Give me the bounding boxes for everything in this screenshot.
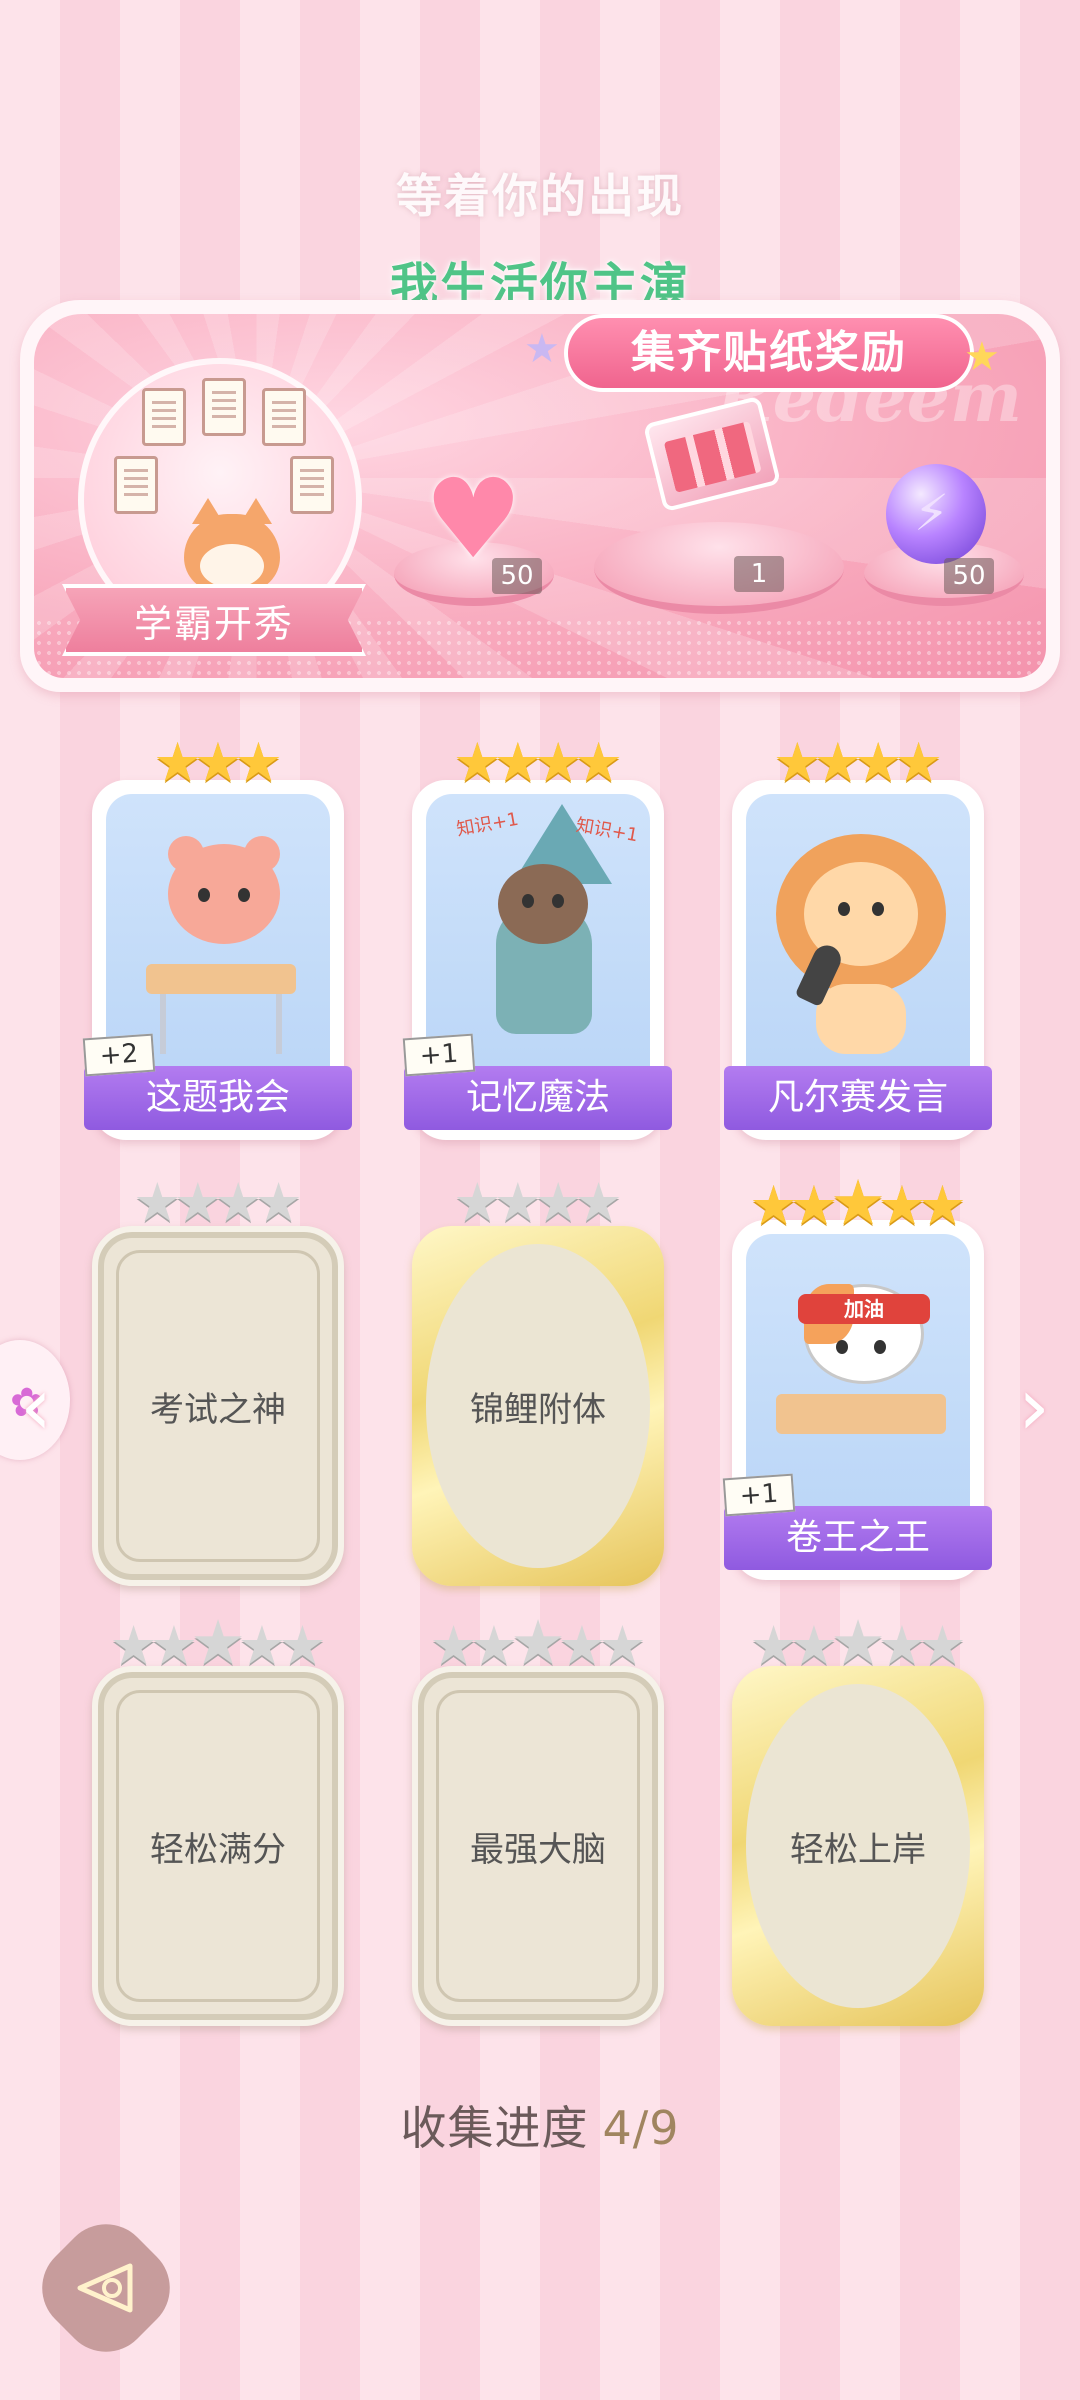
back-triangle-icon [77, 2263, 133, 2313]
document-icon [114, 456, 158, 514]
star-icon: ★ [598, 1614, 647, 1677]
banner-title: 集齐贴纸奖励 [564, 314, 974, 392]
locked-sticker-frame: 最强大脑 [412, 1666, 664, 2026]
sticker-card[interactable]: 锦鲤附体 ★★★★ [412, 1170, 664, 1610]
sticker-name: 锦鲤附体 [470, 1389, 606, 1430]
sticker-card[interactable]: 轻松满分 ★★★★★ [92, 1610, 344, 2050]
sticker-card[interactable]: 最强大脑 ★★★★★ [412, 1610, 664, 2050]
sticker-frame: 凡尔赛发言 [724, 780, 992, 1140]
progress-label: 收集进度 [400, 2101, 589, 2155]
star-rating: ★★★★★ [732, 1612, 984, 1677]
star-icon: ★ [574, 731, 623, 794]
knowledge-text: 知识+1 [454, 808, 521, 841]
sticker-frame: 这题我会 +2 [82, 780, 352, 1140]
star-icon: ★ [234, 731, 283, 794]
document-icon [142, 388, 186, 446]
sticker-card[interactable]: 凡尔赛发言 ★★★★ [724, 730, 992, 1170]
sticker-card[interactable]: 这题我会 +2 ★★★ [82, 730, 352, 1170]
document-icon [290, 456, 334, 514]
sticker-card[interactable]: 轻松上岸 ★★★★★ [732, 1610, 984, 2050]
sticker-name: 记忆魔法 [404, 1066, 672, 1130]
reward-qty: 50 [944, 558, 994, 594]
sticker-name: 考试之神 [150, 1389, 286, 1430]
sticker-name: 最强大脑 [470, 1829, 606, 1870]
locked-sticker-frame: 轻松上岸 [732, 1666, 984, 2026]
star-icon: ★ [918, 1614, 967, 1677]
star-decoration-icon: ★ [524, 326, 560, 372]
sticker-card[interactable]: 知识+1 知识+1 记忆魔法 +1 ★★★★ [402, 730, 672, 1170]
headband-text: 加油 [798, 1294, 930, 1324]
star-rating: ★★★★★ [92, 1612, 344, 1677]
locked-sticker-frame: 轻松满分 [92, 1666, 344, 2026]
star-icon: ★ [894, 731, 943, 794]
star-rating: ★★★★★ [412, 1612, 664, 1677]
back-button[interactable] [23, 2205, 189, 2371]
bonus-count: +2 [82, 1033, 156, 1077]
page-right-arrow[interactable]: › [1018, 1360, 1050, 1453]
bonus-count: +1 [722, 1473, 796, 1517]
star-icon: ★ [278, 1614, 327, 1677]
star-rating: ★★★★★ [732, 1172, 984, 1237]
star-rating: ★★★★ [92, 1176, 344, 1230]
star-icon: ★ [918, 1174, 967, 1237]
sticker-name: 卷王之王 [724, 1506, 992, 1570]
cat-character-icon [184, 498, 280, 592]
reward-pedestal [594, 522, 844, 614]
sticker-frame: 知识+1 知识+1 记忆魔法 +1 [402, 780, 672, 1140]
reward-banner-inner: Redeem 学霸开秀 集齐贴纸奖励 ★ ★ ♥ 50 1 50 [34, 314, 1046, 678]
sticker-name: 轻松满分 [150, 1829, 286, 1870]
sticker-name: 凡尔赛发言 [724, 1066, 992, 1130]
star-rating: ★★★ [92, 736, 344, 790]
reward-qty: 50 [492, 558, 542, 594]
bonus-count: +1 [402, 1033, 476, 1077]
star-decoration-icon: ★ [964, 334, 1000, 380]
sticker-card[interactable]: 考试之神 ★★★★ [92, 1170, 344, 1610]
progress-value: 4/9 [602, 2101, 680, 2155]
document-icon [202, 378, 246, 436]
locked-sticker-frame: 考试之神 [92, 1226, 344, 1586]
page-left-arrow[interactable]: ‹ [20, 1360, 52, 1453]
sticker-frame: 加油卷王之王 +1 [722, 1220, 992, 1580]
lightning-orb-icon[interactable] [886, 464, 986, 564]
star-rating: ★★★★ [732, 736, 984, 790]
sticker-name: 轻松上岸 [790, 1829, 926, 1870]
featured-sticker-name: 学霸开秀 [62, 584, 366, 656]
star-rating: ★★★★ [412, 736, 664, 790]
locked-sticker-frame: 锦鲤附体 [412, 1226, 664, 1586]
reward-banner: Redeem 学霸开秀 集齐贴纸奖励 ★ ★ ♥ 50 1 50 [20, 300, 1060, 692]
star-icon: ★ [254, 1171, 303, 1234]
collection-progress: 收集进度 4/9 [0, 2092, 1080, 2158]
sticker-name: 这题我会 [84, 1066, 352, 1130]
lyric-line-1: 等着你的出现 [396, 169, 684, 223]
star-rating: ★★★★ [412, 1176, 664, 1230]
reward-qty: 1 [734, 556, 784, 592]
star-icon: ★ [574, 1171, 623, 1234]
sticker-card[interactable]: 加油 卷王之王 +1 ★★★★★ [722, 1170, 992, 1610]
document-icon [262, 388, 306, 446]
